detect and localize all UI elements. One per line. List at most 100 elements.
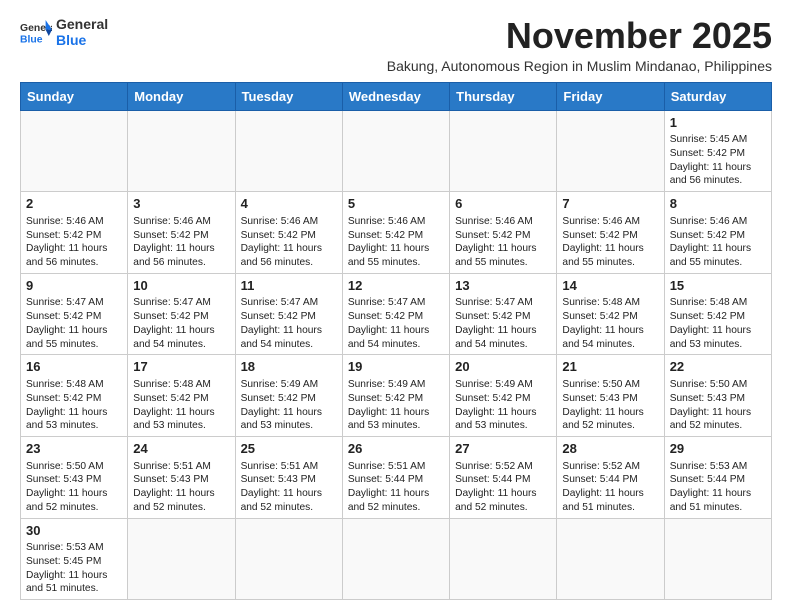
day-number: 28 (562, 440, 658, 458)
day-number: 11 (241, 277, 337, 295)
day-number: 21 (562, 358, 658, 376)
calendar-table: SundayMondayTuesdayWednesdayThursdayFrid… (20, 82, 772, 601)
logo: General Blue General Blue (20, 16, 108, 48)
day-number: 14 (562, 277, 658, 295)
calendar-cell (450, 110, 557, 192)
calendar-cell: 29 Sunrise: 5:53 AM Sunset: 5:44 PM Dayli… (664, 437, 771, 519)
day-number: 18 (241, 358, 337, 376)
day-number: 24 (133, 440, 229, 458)
day-info: Sunrise: 5:51 AM Sunset: 5:43 PM Dayligh… (241, 460, 337, 515)
title-block: November 2025 Bakung, Autonomous Region … (387, 16, 772, 74)
day-number: 3 (133, 195, 229, 213)
calendar-cell: 22Sunrise: 5:50 AM Sunset: 5:43 PM Dayli… (664, 355, 771, 437)
day-info: Sunrise: 5:46 AM Sunset: 5:42 PM Dayligh… (348, 215, 444, 270)
day-info: Sunrise: 5:47 AM Sunset: 5:42 PM Dayligh… (348, 296, 444, 351)
day-info: Sunrise: 5:48 AM Sunset: 5:42 PM Dayligh… (133, 378, 229, 433)
day-info: Sunrise: 5:49 AM Sunset: 5:42 PM Dayligh… (348, 378, 444, 433)
day-number: 1 (670, 114, 766, 132)
calendar-cell: 26 Sunrise: 5:51 AM Sunset: 5:44 PM Dayli… (342, 437, 449, 519)
weekday-header-saturday: Saturday (664, 82, 771, 110)
day-number: 10 (133, 277, 229, 295)
day-info: Sunrise: 5:50 AM Sunset: 5:43 PM Dayligh… (26, 460, 122, 515)
day-info: Sunrise: 5:46 AM Sunset: 5:42 PM Dayligh… (455, 215, 551, 270)
calendar-cell: 7Sunrise: 5:46 AM Sunset: 5:42 PM Daylig… (557, 192, 664, 274)
calendar-cell (664, 518, 771, 600)
day-number: 16 (26, 358, 122, 376)
logo-blue: Blue (56, 32, 108, 48)
day-number: 5 (348, 195, 444, 213)
day-info: Sunrise: 5:46 AM Sunset: 5:42 PM Dayligh… (241, 215, 337, 270)
calendar-cell (235, 110, 342, 192)
week-row-1: 1Sunrise: 5:45 AM Sunset: 5:42 PM Daylig… (21, 110, 772, 192)
day-number: 25 (241, 440, 337, 458)
day-number: 27 (455, 440, 551, 458)
day-number: 19 (348, 358, 444, 376)
logo-icon: General Blue (20, 18, 52, 46)
calendar-cell: 18 Sunrise: 5:49 AM Sunset: 5:42 PM Dayli… (235, 355, 342, 437)
weekday-header-tuesday: Tuesday (235, 82, 342, 110)
day-info: Sunrise: 5:51 AM Sunset: 5:43 PM Dayligh… (133, 460, 229, 515)
calendar-cell: 23Sunrise: 5:50 AM Sunset: 5:43 PM Dayli… (21, 437, 128, 519)
day-number: 22 (670, 358, 766, 376)
week-row-4: 16 Sunrise: 5:48 AM Sunset: 5:42 PM Dayli… (21, 355, 772, 437)
calendar-cell: 6 Sunrise: 5:46 AM Sunset: 5:42 PM Daylig… (450, 192, 557, 274)
calendar-cell (557, 518, 664, 600)
calendar-cell: 9Sunrise: 5:47 AM Sunset: 5:42 PM Daylig… (21, 273, 128, 355)
weekday-header-monday: Monday (128, 82, 235, 110)
calendar-cell: 1Sunrise: 5:45 AM Sunset: 5:42 PM Daylig… (664, 110, 771, 192)
calendar-cell: 4 Sunrise: 5:46 AM Sunset: 5:42 PM Daylig… (235, 192, 342, 274)
day-info: Sunrise: 5:52 AM Sunset: 5:44 PM Dayligh… (455, 460, 551, 515)
week-row-2: 2Sunrise: 5:46 AM Sunset: 5:42 PM Daylig… (21, 192, 772, 274)
day-number: 4 (241, 195, 337, 213)
weekday-header-sunday: Sunday (21, 82, 128, 110)
week-row-5: 23Sunrise: 5:50 AM Sunset: 5:43 PM Dayli… (21, 437, 772, 519)
logo-general: General (56, 16, 108, 32)
calendar-cell (21, 110, 128, 192)
day-number: 8 (670, 195, 766, 213)
weekday-header-wednesday: Wednesday (342, 82, 449, 110)
month-title: November 2025 (387, 16, 772, 56)
calendar-cell (557, 110, 664, 192)
calendar-cell: 5 Sunrise: 5:46 AM Sunset: 5:42 PM Daylig… (342, 192, 449, 274)
page-header: General Blue General Blue November 2025 … (20, 16, 772, 74)
day-info: Sunrise: 5:47 AM Sunset: 5:42 PM Dayligh… (133, 296, 229, 351)
calendar-cell (342, 110, 449, 192)
day-number: 12 (348, 277, 444, 295)
day-info: Sunrise: 5:53 AM Sunset: 5:45 PM Dayligh… (26, 541, 122, 596)
day-number: 20 (455, 358, 551, 376)
calendar-cell: 10Sunrise: 5:47 AM Sunset: 5:42 PM Dayli… (128, 273, 235, 355)
day-info: Sunrise: 5:49 AM Sunset: 5:42 PM Dayligh… (455, 378, 551, 433)
day-info: Sunrise: 5:53 AM Sunset: 5:44 PM Dayligh… (670, 460, 766, 515)
day-info: Sunrise: 5:46 AM Sunset: 5:42 PM Dayligh… (670, 215, 766, 270)
day-number: 9 (26, 277, 122, 295)
day-number: 26 (348, 440, 444, 458)
calendar-cell (342, 518, 449, 600)
calendar-cell: 11Sunrise: 5:47 AM Sunset: 5:42 PM Dayli… (235, 273, 342, 355)
day-info: Sunrise: 5:49 AM Sunset: 5:42 PM Dayligh… (241, 378, 337, 433)
day-number: 13 (455, 277, 551, 295)
day-number: 17 (133, 358, 229, 376)
calendar-cell: 21 Sunrise: 5:50 AM Sunset: 5:43 PM Dayli… (557, 355, 664, 437)
day-info: Sunrise: 5:50 AM Sunset: 5:43 PM Dayligh… (562, 378, 658, 433)
location-subtitle: Bakung, Autonomous Region in Muslim Mind… (387, 58, 772, 74)
day-info: Sunrise: 5:46 AM Sunset: 5:42 PM Dayligh… (26, 215, 122, 270)
day-info: Sunrise: 5:47 AM Sunset: 5:42 PM Dayligh… (26, 296, 122, 351)
day-number: 30 (26, 522, 122, 540)
day-number: 29 (670, 440, 766, 458)
day-info: Sunrise: 5:51 AM Sunset: 5:44 PM Dayligh… (348, 460, 444, 515)
calendar-cell: 12Sunrise: 5:47 AM Sunset: 5:42 PM Dayli… (342, 273, 449, 355)
calendar-cell: 14Sunrise: 5:48 AM Sunset: 5:42 PM Dayli… (557, 273, 664, 355)
calendar-cell: 28Sunrise: 5:52 AM Sunset: 5:44 PM Dayli… (557, 437, 664, 519)
calendar-cell: 3Sunrise: 5:46 AM Sunset: 5:42 PM Daylig… (128, 192, 235, 274)
svg-text:Blue: Blue (20, 34, 43, 45)
calendar-cell: 20 Sunrise: 5:49 AM Sunset: 5:42 PM Dayli… (450, 355, 557, 437)
day-info: Sunrise: 5:48 AM Sunset: 5:42 PM Dayligh… (670, 296, 766, 351)
calendar-cell (235, 518, 342, 600)
calendar-cell (128, 110, 235, 192)
calendar-cell: 15Sunrise: 5:48 AM Sunset: 5:42 PM Dayli… (664, 273, 771, 355)
week-row-6: 30Sunrise: 5:53 AM Sunset: 5:45 PM Dayli… (21, 518, 772, 600)
calendar-cell: 27 Sunrise: 5:52 AM Sunset: 5:44 PM Dayli… (450, 437, 557, 519)
calendar-cell: 25 Sunrise: 5:51 AM Sunset: 5:43 PM Dayli… (235, 437, 342, 519)
week-row-3: 9Sunrise: 5:47 AM Sunset: 5:42 PM Daylig… (21, 273, 772, 355)
day-number: 6 (455, 195, 551, 213)
